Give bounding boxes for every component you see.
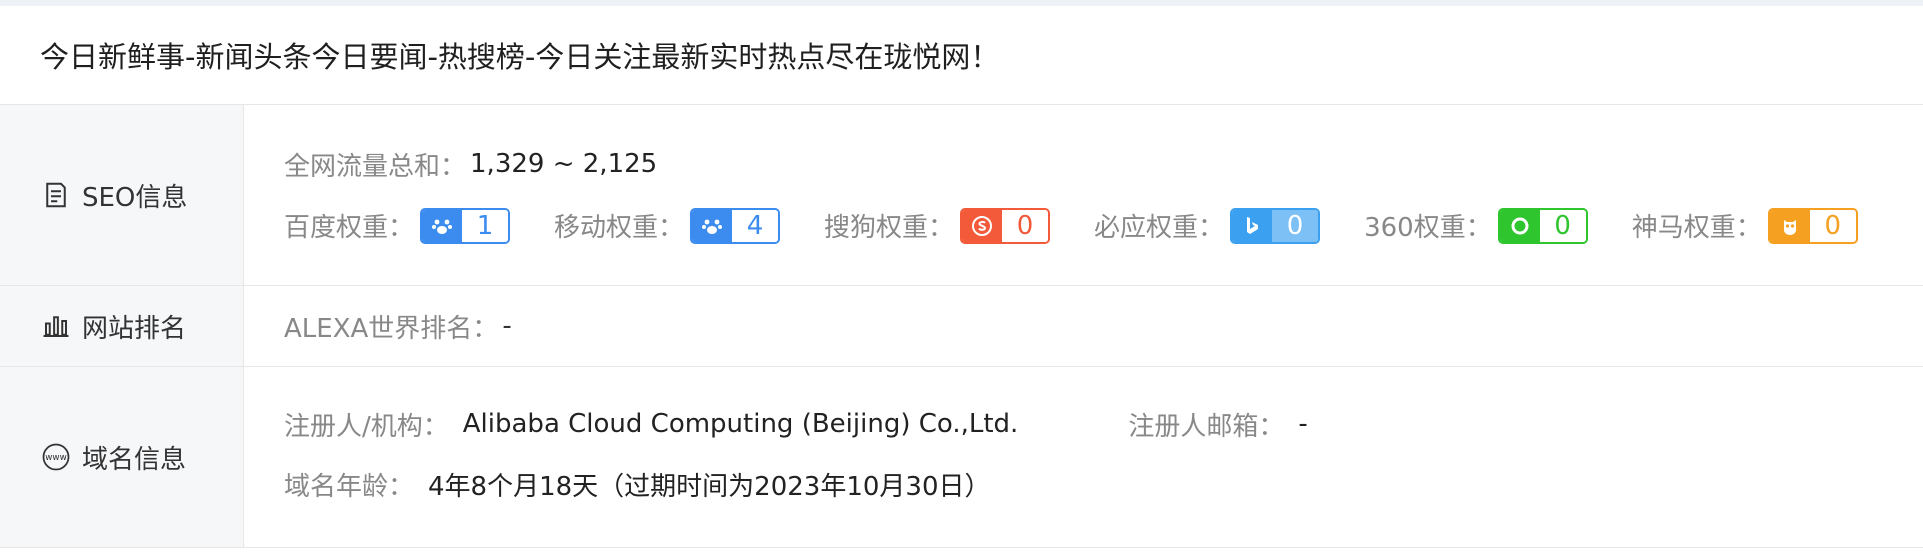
weight-baidu: 百度权重： 1: [284, 207, 511, 244]
registrant-line: 注册人/机构： Alibaba Cloud Computing (Beijing…: [284, 407, 1923, 442]
domain-info-label: 域名信息: [82, 444, 187, 475]
ranking-row: 网站排名 ALEXA世界排名： -: [0, 286, 1923, 367]
traffic-label: 全网流量总和：: [284, 151, 467, 182]
domain-info-header: www 域名信息: [0, 367, 244, 547]
weight-value: 1: [462, 209, 509, 242]
seo-info-label: SEO信息: [82, 182, 188, 213]
360-circle-icon: [1499, 209, 1540, 242]
domain-age-line: 域名年龄： 4年8个月18天（过期时间为2023年10月30日）: [284, 467, 1923, 502]
weight-value: 0: [1539, 209, 1586, 242]
weights-list: 百度权重： 1 移动权重： 4 搜狗权重： 0 必应权重： 0 360权重： 0…: [284, 207, 1923, 244]
document-icon: [40, 179, 72, 211]
weight-360: 360权重： 0: [1364, 207, 1588, 244]
shenma-owl-icon: [1769, 209, 1810, 242]
weight-value: 0: [1002, 209, 1049, 242]
weight-label: 神马权重：: [1631, 213, 1762, 243]
weight-value: 0: [1809, 209, 1856, 242]
weight-badge[interactable]: 0: [960, 207, 1051, 244]
baidu-paw-icon: [692, 209, 733, 242]
weight-label: 必应权重：: [1094, 213, 1225, 243]
page-title: 今日新鲜事-新闻头条今日要闻-热搜榜-今日关注最新实时热点尽在珑悦网！: [0, 6, 1923, 105]
ranking-header: 网站排名: [0, 286, 244, 366]
traffic-total: 全网流量总和： 1,329 ~ 2,125: [284, 147, 1923, 182]
weight-badge[interactable]: 1: [420, 207, 511, 244]
alexa-label: ALEXA世界排名：: [284, 313, 499, 344]
bar-chart-icon: [40, 310, 72, 342]
seo-info-row: SEO信息 全网流量总和： 1,329 ~ 2,125 百度权重： 1 移动权重…: [0, 105, 1923, 286]
weight-mobile: 移动权重： 4: [554, 207, 781, 244]
seo-info-body: 全网流量总和： 1,329 ~ 2,125 百度权重： 1 移动权重： 4 搜狗…: [244, 105, 1923, 285]
weight-badge[interactable]: 4: [690, 207, 781, 244]
age-value: 4年8个月18天（过期时间为2023年10月30日）: [428, 471, 991, 502]
baidu-paw-icon: [422, 209, 463, 242]
domain-info-row: www 域名信息 注册人/机构： Alibaba Cloud Computing…: [0, 367, 1923, 548]
weight-value: 4: [732, 209, 779, 242]
seo-info-header: SEO信息: [0, 105, 244, 285]
ranking-label: 网站排名: [82, 313, 187, 344]
weight-badge[interactable]: 0: [1497, 207, 1588, 244]
weight-bing: 必应权重： 0: [1094, 207, 1321, 244]
weight-label: 移动权重：: [554, 213, 685, 243]
weight-label: 360权重：: [1364, 213, 1492, 243]
svg-text:www: www: [45, 453, 66, 463]
weight-shenma: 神马权重： 0: [1632, 207, 1858, 244]
weight-sogou: 搜狗权重： 0: [824, 207, 1051, 244]
email-label: 注册人邮箱：: [1128, 411, 1285, 442]
ranking-body: ALEXA世界排名： -: [244, 286, 1923, 366]
weight-badge[interactable]: 0: [1230, 207, 1321, 244]
sogou-s-icon: [962, 209, 1003, 242]
email-value: -: [1298, 409, 1308, 439]
age-label: 域名年龄：: [284, 471, 415, 502]
weight-label: 百度权重：: [284, 213, 415, 243]
registrant-value: Alibaba Cloud Computing (Beijing) Co.,Lt…: [462, 409, 1019, 439]
domain-info-body: 注册人/机构： Alibaba Cloud Computing (Beijing…: [244, 367, 1923, 547]
bing-b-icon: [1232, 209, 1273, 242]
weight-badge[interactable]: 0: [1767, 207, 1858, 244]
alexa-value: -: [502, 311, 512, 341]
weight-label: 搜狗权重：: [824, 213, 955, 243]
registrant-label: 注册人/机构：: [284, 411, 449, 442]
www-globe-icon: www: [40, 441, 72, 473]
weight-value: 0: [1272, 209, 1319, 242]
traffic-value: 1,329 ~ 2,125: [470, 149, 658, 179]
